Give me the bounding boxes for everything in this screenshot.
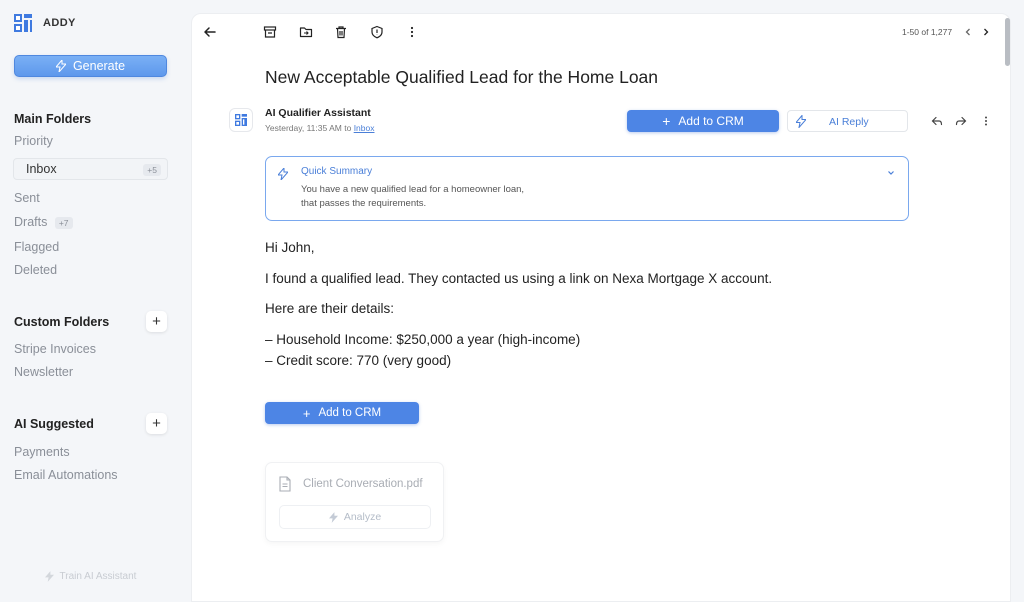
archive-icon[interactable] [263, 25, 277, 39]
train-ai-assistant-button[interactable]: Train AI Assistant [14, 566, 167, 586]
more-vertical-icon[interactable] [405, 25, 419, 39]
sidebar: ADDY Generate Main Folders Priority Inbo… [0, 0, 182, 602]
lightning-icon [278, 168, 288, 180]
sidebar-item-drafts[interactable]: Drafts +7 [14, 215, 73, 229]
app-name: ADDY [43, 17, 76, 29]
plus-icon: + [152, 415, 161, 432]
custom-folders-title: Custom Folders [14, 315, 110, 329]
pagination-label: 1-50 of 1,277 [902, 27, 953, 37]
sidebar-item-label: Inbox [26, 162, 57, 176]
drafts-badge: +7 [54, 217, 73, 229]
reply-icon[interactable] [931, 115, 943, 127]
sidebar-item-priority[interactable]: Priority [14, 134, 53, 148]
quick-summary-card[interactable]: Quick Summary You have a new qualified l… [265, 156, 909, 221]
unread-badge: +5 [143, 164, 161, 176]
sidebar-item-label: Drafts [14, 215, 48, 229]
trash-icon[interactable] [334, 25, 348, 39]
email-detail-line: – Household Income: $250,000 a year (hig… [265, 332, 581, 347]
sidebar-item-inbox[interactable]: Inbox +5 [13, 158, 168, 180]
chevron-down-icon[interactable] [886, 168, 896, 178]
add-ai-suggested-button[interactable]: + [146, 413, 167, 434]
timestamp: Yesterday, 11:35 AM to [265, 123, 354, 133]
sidebar-item-deleted[interactable]: Deleted [14, 263, 57, 277]
email-paragraph: I found a qualified lead. They contacted… [265, 271, 773, 286]
attachment-card[interactable]: Client Conversation.pdf Analyze [265, 462, 444, 542]
more-vertical-icon[interactable] [980, 115, 992, 127]
back-arrow-icon[interactable] [203, 25, 217, 39]
email-greeting: Hi John, [265, 240, 315, 255]
plus-icon: + [662, 113, 671, 129]
shield-icon[interactable] [370, 25, 384, 39]
sidebar-item-newsletter[interactable]: Newsletter [14, 365, 73, 379]
email-detail-line: – Credit score: 770 (very good) [265, 353, 452, 368]
attachment-filename: Client Conversation.pdf [303, 478, 423, 490]
train-label: Train AI Assistant [59, 570, 137, 582]
generate-label: Generate [72, 59, 126, 73]
plus-icon: + [302, 405, 311, 421]
main-folders-title: Main Folders [14, 112, 92, 126]
lightning-icon [44, 570, 54, 582]
summary-line: You have a new qualified lead for a home… [301, 184, 525, 195]
avatar [229, 108, 253, 132]
analyze-label: Analyze [343, 511, 382, 523]
forward-icon[interactable] [955, 115, 967, 127]
lightning-icon [328, 511, 338, 523]
add-to-crm-label: Add to CRM [318, 407, 382, 419]
generate-button[interactable]: Generate [14, 55, 167, 77]
sidebar-item-email-automations[interactable]: Email Automations [14, 468, 118, 482]
move-to-folder-icon[interactable] [299, 25, 313, 39]
email-subject: New Acceptable Qualified Lead for the Ho… [265, 67, 659, 87]
add-custom-folder-button[interactable]: + [146, 311, 167, 332]
lightning-icon [796, 115, 806, 128]
summary-line: that passes the requirements. [301, 198, 427, 209]
brand[interactable]: ADDY [14, 14, 76, 32]
scrollbar[interactable] [1005, 18, 1010, 66]
analyze-button[interactable]: Analyze [279, 505, 431, 529]
sidebar-item-stripe-invoices[interactable]: Stripe Invoices [14, 342, 96, 356]
addy-logo-icon [14, 14, 32, 32]
email-paragraph: Here are their details: [265, 301, 395, 316]
addy-logo-icon [235, 114, 247, 126]
plus-icon: + [152, 313, 161, 330]
sidebar-item-flagged[interactable]: Flagged [14, 240, 59, 254]
chevron-left-icon[interactable] [962, 26, 974, 38]
folder-link[interactable]: Inbox [354, 123, 375, 133]
document-icon [279, 476, 291, 492]
add-to-crm-label: Add to CRM [678, 114, 744, 128]
sidebar-item-payments[interactable]: Payments [14, 445, 70, 459]
ai-reply-label: AI Reply [829, 116, 869, 128]
sender-meta: Yesterday, 11:35 AM to Inbox [265, 123, 374, 133]
chevron-right-icon[interactable] [980, 26, 992, 38]
add-to-crm-button[interactable]: + Add to CRM [265, 402, 419, 424]
add-to-crm-button[interactable]: + Add to CRM [627, 110, 779, 132]
ai-reply-button[interactable]: AI Reply [787, 110, 908, 132]
ai-suggested-title: AI Suggested [14, 417, 94, 431]
lightning-icon [55, 60, 66, 72]
quick-summary-title: Quick Summary [301, 166, 373, 177]
sidebar-item-sent[interactable]: Sent [14, 191, 40, 205]
sender-name: AI Qualifier Assistant [265, 107, 371, 119]
